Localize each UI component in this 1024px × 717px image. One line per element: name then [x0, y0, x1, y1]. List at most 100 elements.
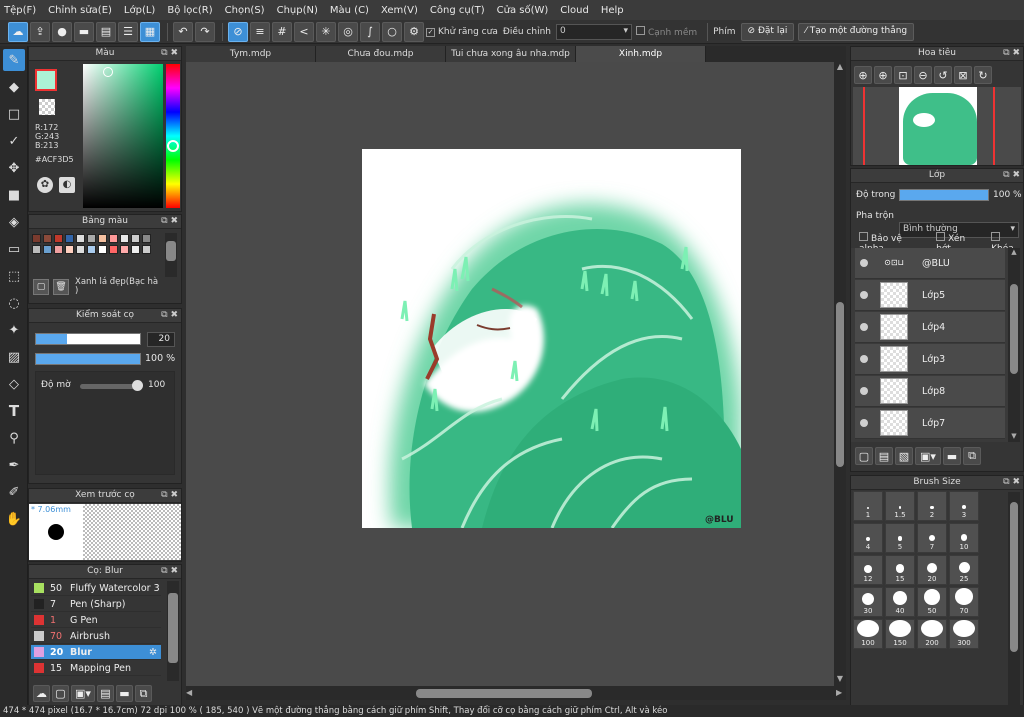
- trash-icon[interactable]: 🗑: [53, 279, 69, 295]
- reset-view-icon[interactable]: ⊠: [954, 66, 972, 84]
- redo-icon[interactable]: ↷: [195, 21, 215, 42]
- brush-size-slider[interactable]: [35, 333, 141, 345]
- palette-swatch[interactable]: [32, 245, 41, 254]
- brush-opacity-slider[interactable]: [35, 353, 141, 365]
- brush-list-item[interactable]: 50 Fluffy Watercolor 3: [31, 581, 161, 596]
- gear-icon[interactable]: ✲: [149, 647, 157, 658]
- tab-chua-dou[interactable]: Chưa đou.mdp: [316, 46, 446, 62]
- select-pen-tool-icon[interactable]: ▨: [3, 346, 25, 368]
- palette-swatch[interactable]: [76, 245, 85, 254]
- close-icon[interactable]: ⧉ ✖: [161, 489, 178, 502]
- brush-size-cell[interactable]: 3: [949, 491, 979, 521]
- undo-icon[interactable]: ↶: [173, 21, 193, 42]
- hue-slider-handle[interactable]: [167, 140, 179, 152]
- hand-tool-icon[interactable]: ✋: [3, 508, 25, 530]
- lasso-tool-icon[interactable]: ◌: [3, 292, 25, 314]
- share-icon[interactable]: ⇪: [30, 21, 50, 42]
- new-layer-8bit-icon[interactable]: ▤: [875, 447, 893, 465]
- layer-row[interactable]: Lớp3: [855, 344, 1005, 375]
- brush-size-scrollbar[interactable]: [1008, 492, 1020, 705]
- palette-swatch[interactable]: [98, 245, 107, 254]
- menu-capture[interactable]: Chụp(N): [277, 5, 318, 16]
- palette-swatch[interactable]: [32, 234, 41, 243]
- perspective-icon[interactable]: <: [294, 21, 314, 42]
- new-layer-icon[interactable]: ▢: [855, 447, 873, 465]
- scroll-left-icon[interactable]: ◀: [186, 688, 196, 697]
- palette-swatch[interactable]: [120, 234, 129, 243]
- visibility-icon[interactable]: [860, 355, 868, 363]
- brush-list-item[interactable]: 20 Blur ✲: [31, 645, 161, 660]
- visibility-icon[interactable]: [860, 291, 868, 299]
- transparent-color-swatch[interactable]: [39, 99, 55, 115]
- palette-swatch[interactable]: [120, 245, 129, 254]
- menu-view[interactable]: Xem(V): [381, 5, 418, 16]
- brush-size-cell[interactable]: 50: [917, 587, 947, 617]
- zoom-in-alt-icon[interactable]: ⊕: [874, 66, 892, 84]
- tab-tym[interactable]: Tym.mdp: [186, 46, 316, 62]
- settings-icon[interactable]: ⚙: [404, 21, 424, 42]
- curve-snap-icon[interactable]: ∫: [360, 21, 380, 42]
- brush-size-cell[interactable]: 40: [885, 587, 915, 617]
- palette-swatch[interactable]: [109, 245, 118, 254]
- fill-rect-tool-icon[interactable]: ■: [3, 184, 25, 206]
- zoom-in-icon[interactable]: ⊕: [854, 66, 872, 84]
- brush-size-cell[interactable]: 150: [885, 619, 915, 649]
- brush-list-item[interactable]: 70 Airbrush: [31, 629, 161, 644]
- palette-icon[interactable]: ✿: [37, 177, 53, 193]
- sv-cursor[interactable]: [103, 67, 113, 77]
- line-tool-icon[interactable]: ✓: [3, 130, 25, 152]
- radial-snap-icon[interactable]: ✳: [316, 21, 336, 42]
- menu-edit[interactable]: Chỉnh sửa(E): [48, 5, 112, 16]
- brush-size-cell[interactable]: 7: [917, 523, 947, 553]
- menu-window[interactable]: Cửa số(W): [497, 5, 549, 16]
- menu-help[interactable]: Help: [601, 5, 624, 16]
- brush-list-scrollbar[interactable]: [167, 581, 179, 681]
- add-brush-icon[interactable]: ▣▾: [71, 685, 95, 702]
- eyedropper-tool-icon[interactable]: ✒: [3, 454, 25, 476]
- menu-cloud[interactable]: Cloud: [560, 5, 589, 16]
- visibility-icon[interactable]: [860, 259, 868, 267]
- palette-swatch[interactable]: [43, 234, 52, 243]
- brush-size-cell[interactable]: 5: [885, 523, 915, 553]
- brush-settings-icon[interactable]: ▤: [97, 685, 114, 702]
- canvas-area[interactable]: @BLU: [186, 62, 834, 686]
- palette-swatch[interactable]: [65, 234, 74, 243]
- parallel-snap-icon[interactable]: ≡: [250, 21, 270, 42]
- bucket-tool-icon[interactable]: ◈: [3, 211, 25, 233]
- menu-select[interactable]: Chọn(S): [225, 5, 265, 16]
- density-slider-handle[interactable]: [132, 380, 143, 391]
- close-icon[interactable]: ⧉ ✖: [161, 565, 178, 578]
- palette-swatch[interactable]: [98, 234, 107, 243]
- circle-snap-icon[interactable]: ○: [382, 21, 402, 42]
- soft-edge-checkbox[interactable]: Cạnh mềm: [635, 25, 697, 38]
- brush-size-cell[interactable]: 200: [917, 619, 947, 649]
- vertical-scroll-thumb[interactable]: [836, 302, 844, 467]
- close-icon[interactable]: ⧉ ✖: [161, 215, 178, 228]
- antialias-checkbox[interactable]: ✓ Khử răng cưa: [426, 27, 498, 37]
- new-brush-icon[interactable]: ▢: [52, 685, 69, 702]
- gradient-tool-icon[interactable]: ▭: [3, 238, 25, 260]
- brush-size-cell[interactable]: 1.5: [885, 491, 915, 521]
- brush-size-cell[interactable]: 2: [917, 491, 947, 521]
- palette-swatch[interactable]: [87, 234, 96, 243]
- current-color-swatch[interactable]: [35, 69, 57, 91]
- brush-size-cell[interactable]: 30: [853, 587, 883, 617]
- tab-tui-chua-xong[interactable]: Tui chưa xong âu nha.mdp: [446, 46, 576, 62]
- select-eraser-tool-icon[interactable]: ◇: [3, 373, 25, 395]
- document-icon[interactable]: ▤: [96, 21, 116, 42]
- palette-swatch[interactable]: [54, 245, 63, 254]
- brush-size-cell[interactable]: 10: [949, 523, 979, 553]
- scroll-up-icon[interactable]: ▲: [834, 62, 846, 74]
- layer-opacity-slider[interactable]: [899, 189, 989, 201]
- eraser-tool-icon[interactable]: ◆: [3, 76, 25, 98]
- menu-filter[interactable]: Bộ lọc(R): [167, 5, 212, 16]
- close-icon[interactable]: ⧉ ✖: [1003, 47, 1020, 60]
- layer-row[interactable]: Lớp4: [855, 312, 1005, 343]
- pen-tool-icon[interactable]: ✐: [3, 481, 25, 503]
- grid-snap-icon[interactable]: #: [272, 21, 292, 42]
- menu-layer[interactable]: Lớp(L): [124, 5, 155, 16]
- menu-file[interactable]: Tệp(F): [4, 5, 36, 16]
- move-tool-icon[interactable]: ✥: [3, 157, 25, 179]
- duplicate-layer-icon[interactable]: ⧉: [963, 447, 981, 465]
- artwork-canvas[interactable]: @BLU: [362, 149, 741, 528]
